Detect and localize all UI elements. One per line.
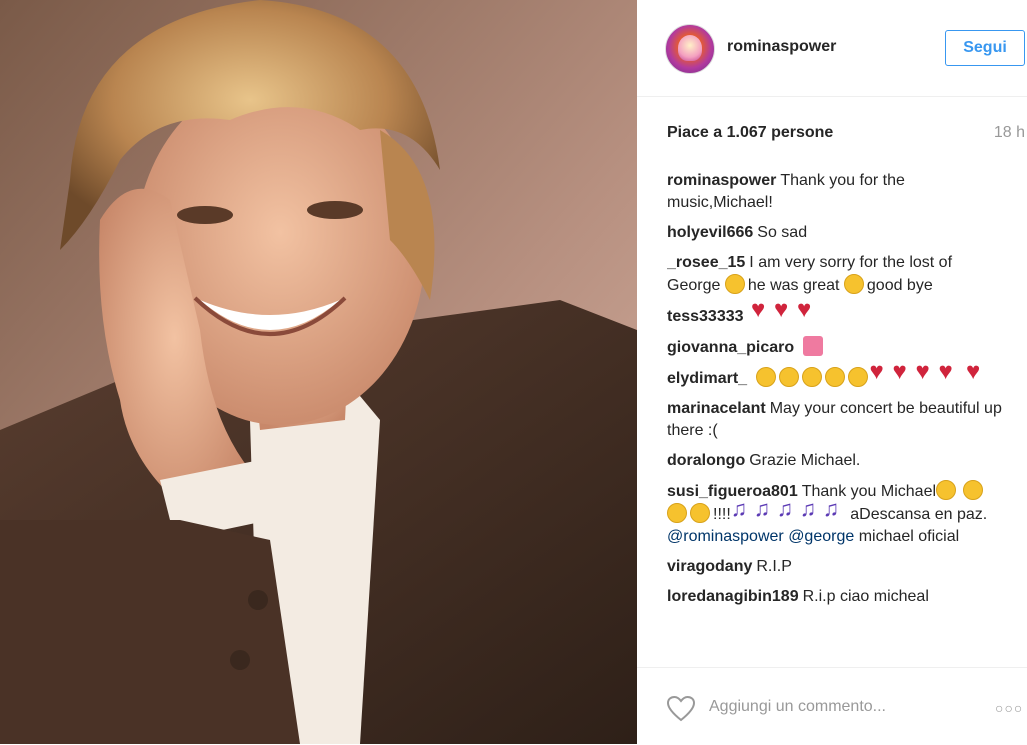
comment-text: michael oficial	[858, 528, 960, 545]
more-options-icon[interactable]: ○○○	[995, 700, 1023, 716]
comment-username[interactable]: loredanagibin189	[667, 588, 799, 605]
comment: tess33333	[667, 299, 1007, 328]
broken-heart-icon	[870, 361, 891, 387]
broken-heart-icon	[774, 299, 795, 325]
comment: _rosee_15 I am very sorry for the lost of…	[667, 252, 1007, 297]
crying-face-icon	[724, 274, 745, 294]
comment-input[interactable]: Aggiungi un commento...	[709, 698, 949, 716]
comment: marinacelant May your concert be beautifu…	[667, 398, 1007, 442]
post-footer: Aggiungi un commento... ○○○	[637, 667, 1027, 745]
post-header: rominaspower Segui	[637, 0, 1027, 97]
comment: holyevil666 So sad	[667, 222, 1007, 244]
comment-username[interactable]: tess33333	[667, 308, 744, 325]
neutral-face-icon	[801, 367, 822, 387]
comment-text: !!!!	[713, 506, 731, 523]
sad-face-icon	[667, 503, 687, 523]
comment-username[interactable]: doralongo	[667, 452, 745, 469]
comment-username[interactable]: elydimart_	[667, 370, 747, 387]
comment-text: R.i.p ciao micheal	[802, 588, 929, 605]
sad-face-icon	[690, 503, 710, 523]
neutral-face-icon	[824, 367, 845, 387]
broken-heart-icon	[751, 299, 772, 325]
comment-text: good bye	[866, 277, 933, 294]
music-note-icon	[754, 498, 774, 523]
comment-username[interactable]: holyevil666	[667, 224, 753, 241]
broken-heart-icon	[916, 361, 937, 387]
comment: rominaspower Thank you for the music,Mich…	[667, 170, 1007, 214]
broken-heart-icon	[966, 361, 987, 387]
comment-username[interactable]: rominaspower	[667, 172, 776, 189]
neutral-face-icon	[778, 367, 799, 387]
music-note-icon	[731, 498, 751, 523]
music-note-icon	[800, 498, 820, 523]
likes-row: Piace a 1.067 persone 18 h	[667, 124, 1027, 142]
neutral-face-icon	[847, 367, 868, 387]
follow-button[interactable]: Segui	[945, 30, 1025, 66]
comment-text: R.I.P	[756, 558, 792, 575]
comment: loredanagibin189 R.i.p ciao micheal	[667, 586, 1007, 608]
like-heart-icon[interactable]	[667, 696, 695, 722]
comments-list[interactable]: rominaspower Thank you for the music,Mich…	[667, 170, 1007, 667]
comment: viragodany R.I.P	[667, 556, 1007, 578]
sad-face-icon	[843, 274, 864, 294]
comment-text: he was great	[747, 277, 840, 294]
post-username[interactable]: rominaspower	[727, 38, 836, 56]
comment: giovanna_picaro	[667, 336, 1007, 359]
comment-username[interactable]: marinacelant	[667, 400, 766, 417]
neutral-face-icon	[755, 367, 776, 387]
music-note-icon	[823, 498, 843, 523]
portrait-illustration	[0, 0, 637, 744]
comment: elydimart_	[667, 361, 1007, 390]
broken-heart-icon	[797, 299, 818, 325]
sad-face-icon	[963, 480, 984, 500]
comment: doralongo Grazie Michael.	[667, 450, 1007, 472]
post-sidebar: rominaspower Segui Piace a 1.067 persone…	[637, 0, 1027, 744]
music-note-icon	[777, 498, 797, 523]
post-photo	[0, 0, 637, 744]
comment-username[interactable]: _rosee_15	[667, 254, 745, 271]
avatar[interactable]	[665, 24, 715, 74]
comment: susi_figueroa801Thank you Michael !!!! a…	[667, 480, 1007, 548]
post-time[interactable]: 18 h	[994, 124, 1025, 142]
comment-username[interactable]: viragodany	[667, 558, 752, 575]
comment-text: Grazie Michael.	[749, 452, 861, 469]
mention-link[interactable]: @george	[788, 528, 854, 545]
mention-link[interactable]: @rominaspower	[667, 528, 784, 545]
broken-heart-icon	[939, 361, 960, 387]
heart-box-icon	[802, 336, 823, 356]
likes-count[interactable]: Piace a 1.067 persone	[667, 124, 833, 141]
comment-text: So sad	[757, 224, 808, 241]
comment-username[interactable]: giovanna_picaro	[667, 339, 794, 356]
comment-text: aDescansa en paz.	[850, 506, 988, 523]
sad-face-icon	[936, 480, 957, 500]
broken-heart-icon	[893, 361, 914, 387]
